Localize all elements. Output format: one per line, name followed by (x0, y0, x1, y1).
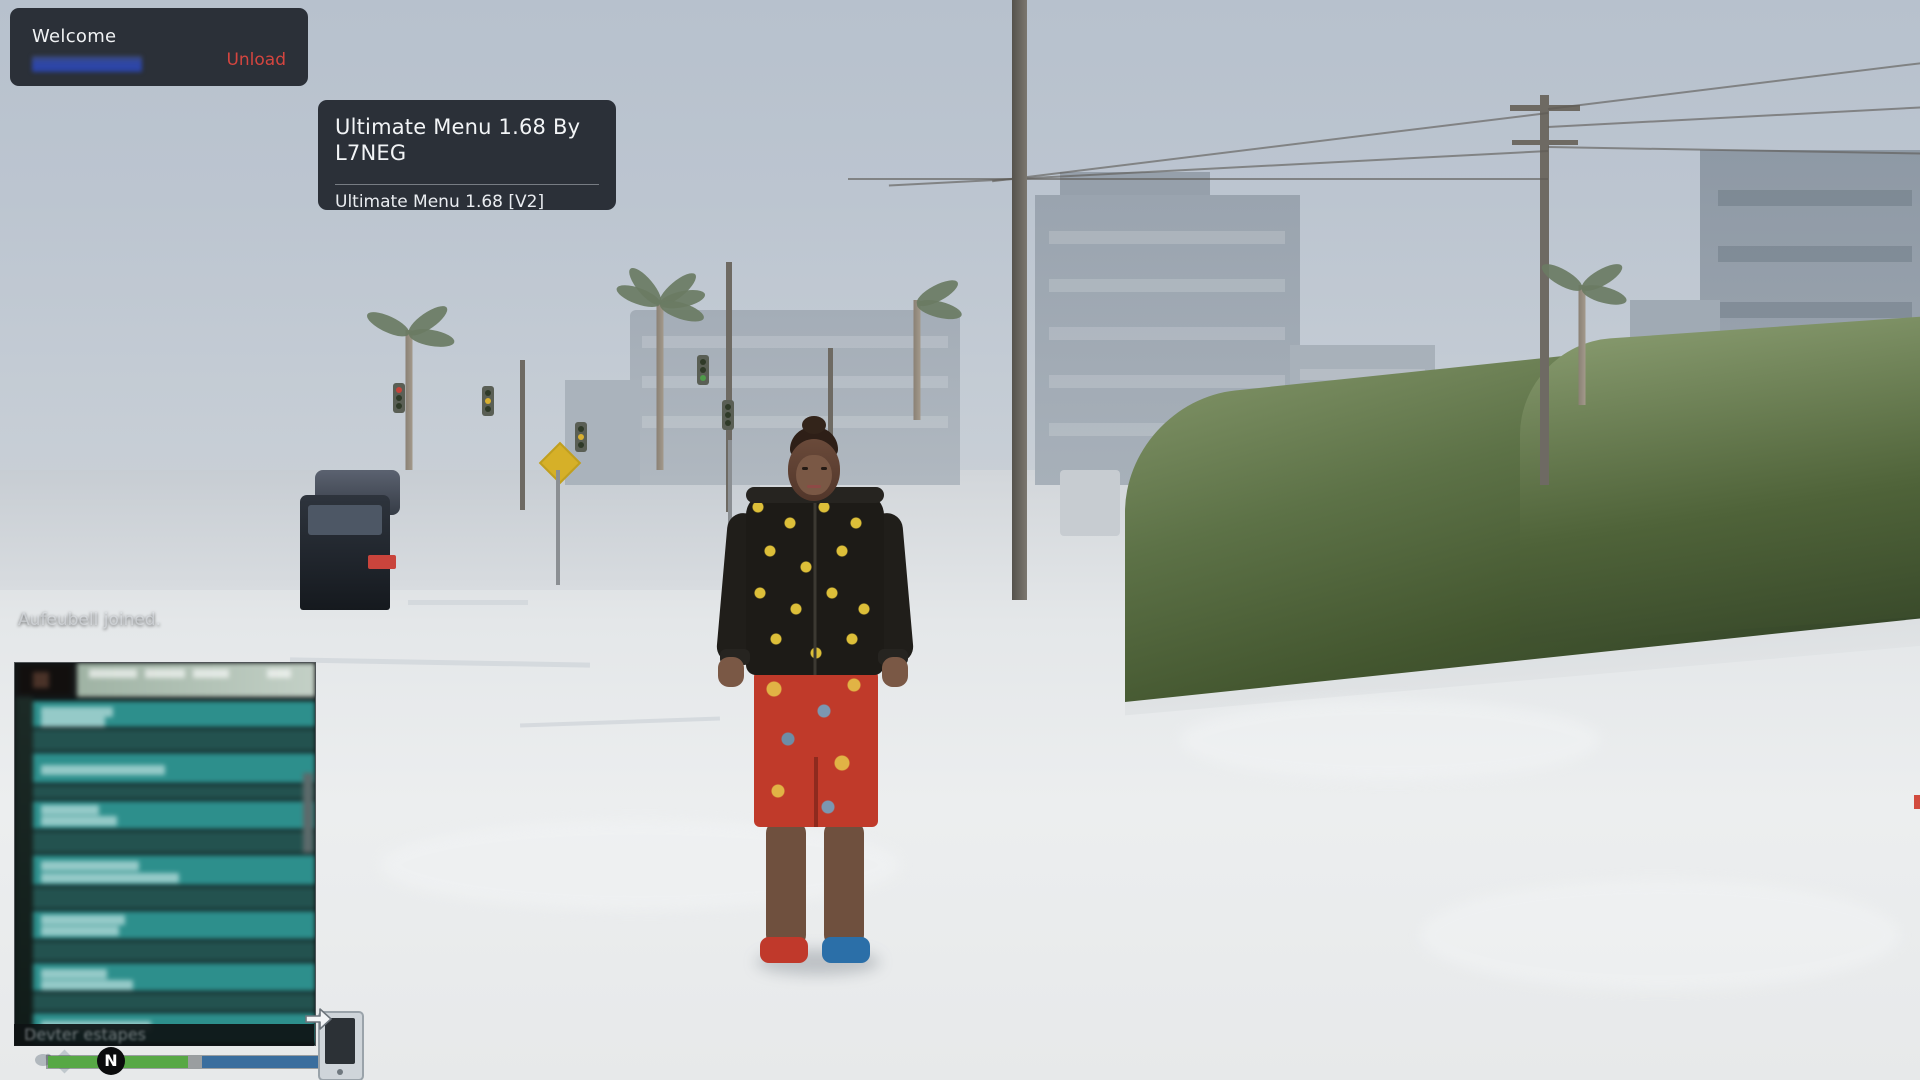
palm-tree (1538, 259, 1629, 405)
username-redacted (32, 56, 142, 72)
chat-header (15, 663, 315, 697)
chat-row (33, 941, 315, 961)
chat-avatar (19, 666, 71, 694)
chat-row (33, 801, 315, 829)
chat-row (33, 729, 315, 751)
chat-row (33, 993, 315, 1011)
welcome-panel: Welcome Unload (10, 8, 308, 86)
player-character (690, 416, 940, 985)
traffic-light (575, 422, 587, 452)
street-lamp-pole (1012, 0, 1027, 600)
parked-van (300, 495, 396, 610)
palm-tree (900, 275, 964, 420)
title-divider (335, 184, 599, 185)
power-wire (848, 178, 1548, 180)
sign-post (556, 470, 560, 585)
road-marking (408, 600, 528, 605)
welcome-title: Welcome (32, 26, 117, 47)
menu-title-subtitle: Ultimate Menu 1.68 [V2] (335, 192, 545, 212)
utility-pole-main (1540, 95, 1549, 485)
chat-row (33, 701, 315, 727)
chat-footer-text: Devter estapes (24, 1025, 147, 1044)
signal-pole-left-2 (520, 360, 525, 510)
armor-bar (202, 1056, 330, 1068)
chat-join-message: Aufeubell joined. (18, 610, 161, 630)
chat-left-edge (15, 697, 33, 1045)
traffic-light (697, 355, 709, 385)
mouse-cursor (305, 1008, 332, 1030)
chat-row (33, 887, 315, 909)
traffic-light (393, 383, 405, 413)
chat-row (33, 963, 315, 991)
game-screen: Welcome Unload Self Vehicle World Networ… (0, 0, 1920, 1080)
menu-title-card: Ultimate Menu 1.68 By L7NEG Ultimate Men… (318, 100, 616, 212)
palm-tree (614, 263, 707, 470)
north-badge: N (97, 1047, 125, 1075)
player-hud: N (30, 1047, 343, 1075)
bus-shelter (1060, 470, 1120, 536)
chat-row (33, 855, 315, 885)
traffic-light (482, 386, 494, 416)
chat-footer: Devter estapes (14, 1024, 314, 1046)
screen-edge-marker (1914, 795, 1920, 809)
chat-blur-layer (15, 663, 315, 1045)
chat-row (33, 831, 315, 853)
chat-scrollbar[interactable] (303, 773, 313, 853)
unload-button[interactable]: Unload (226, 50, 286, 70)
chat-row (33, 753, 315, 783)
chat-row (33, 911, 315, 939)
censored-chat-panel[interactable] (14, 662, 316, 1046)
phone-home-button (337, 1069, 343, 1075)
utility-pole-crossarm-2 (1512, 140, 1578, 145)
menu-title-heading: Ultimate Menu 1.68 By L7NEG (335, 115, 581, 165)
chat-row (33, 785, 315, 799)
